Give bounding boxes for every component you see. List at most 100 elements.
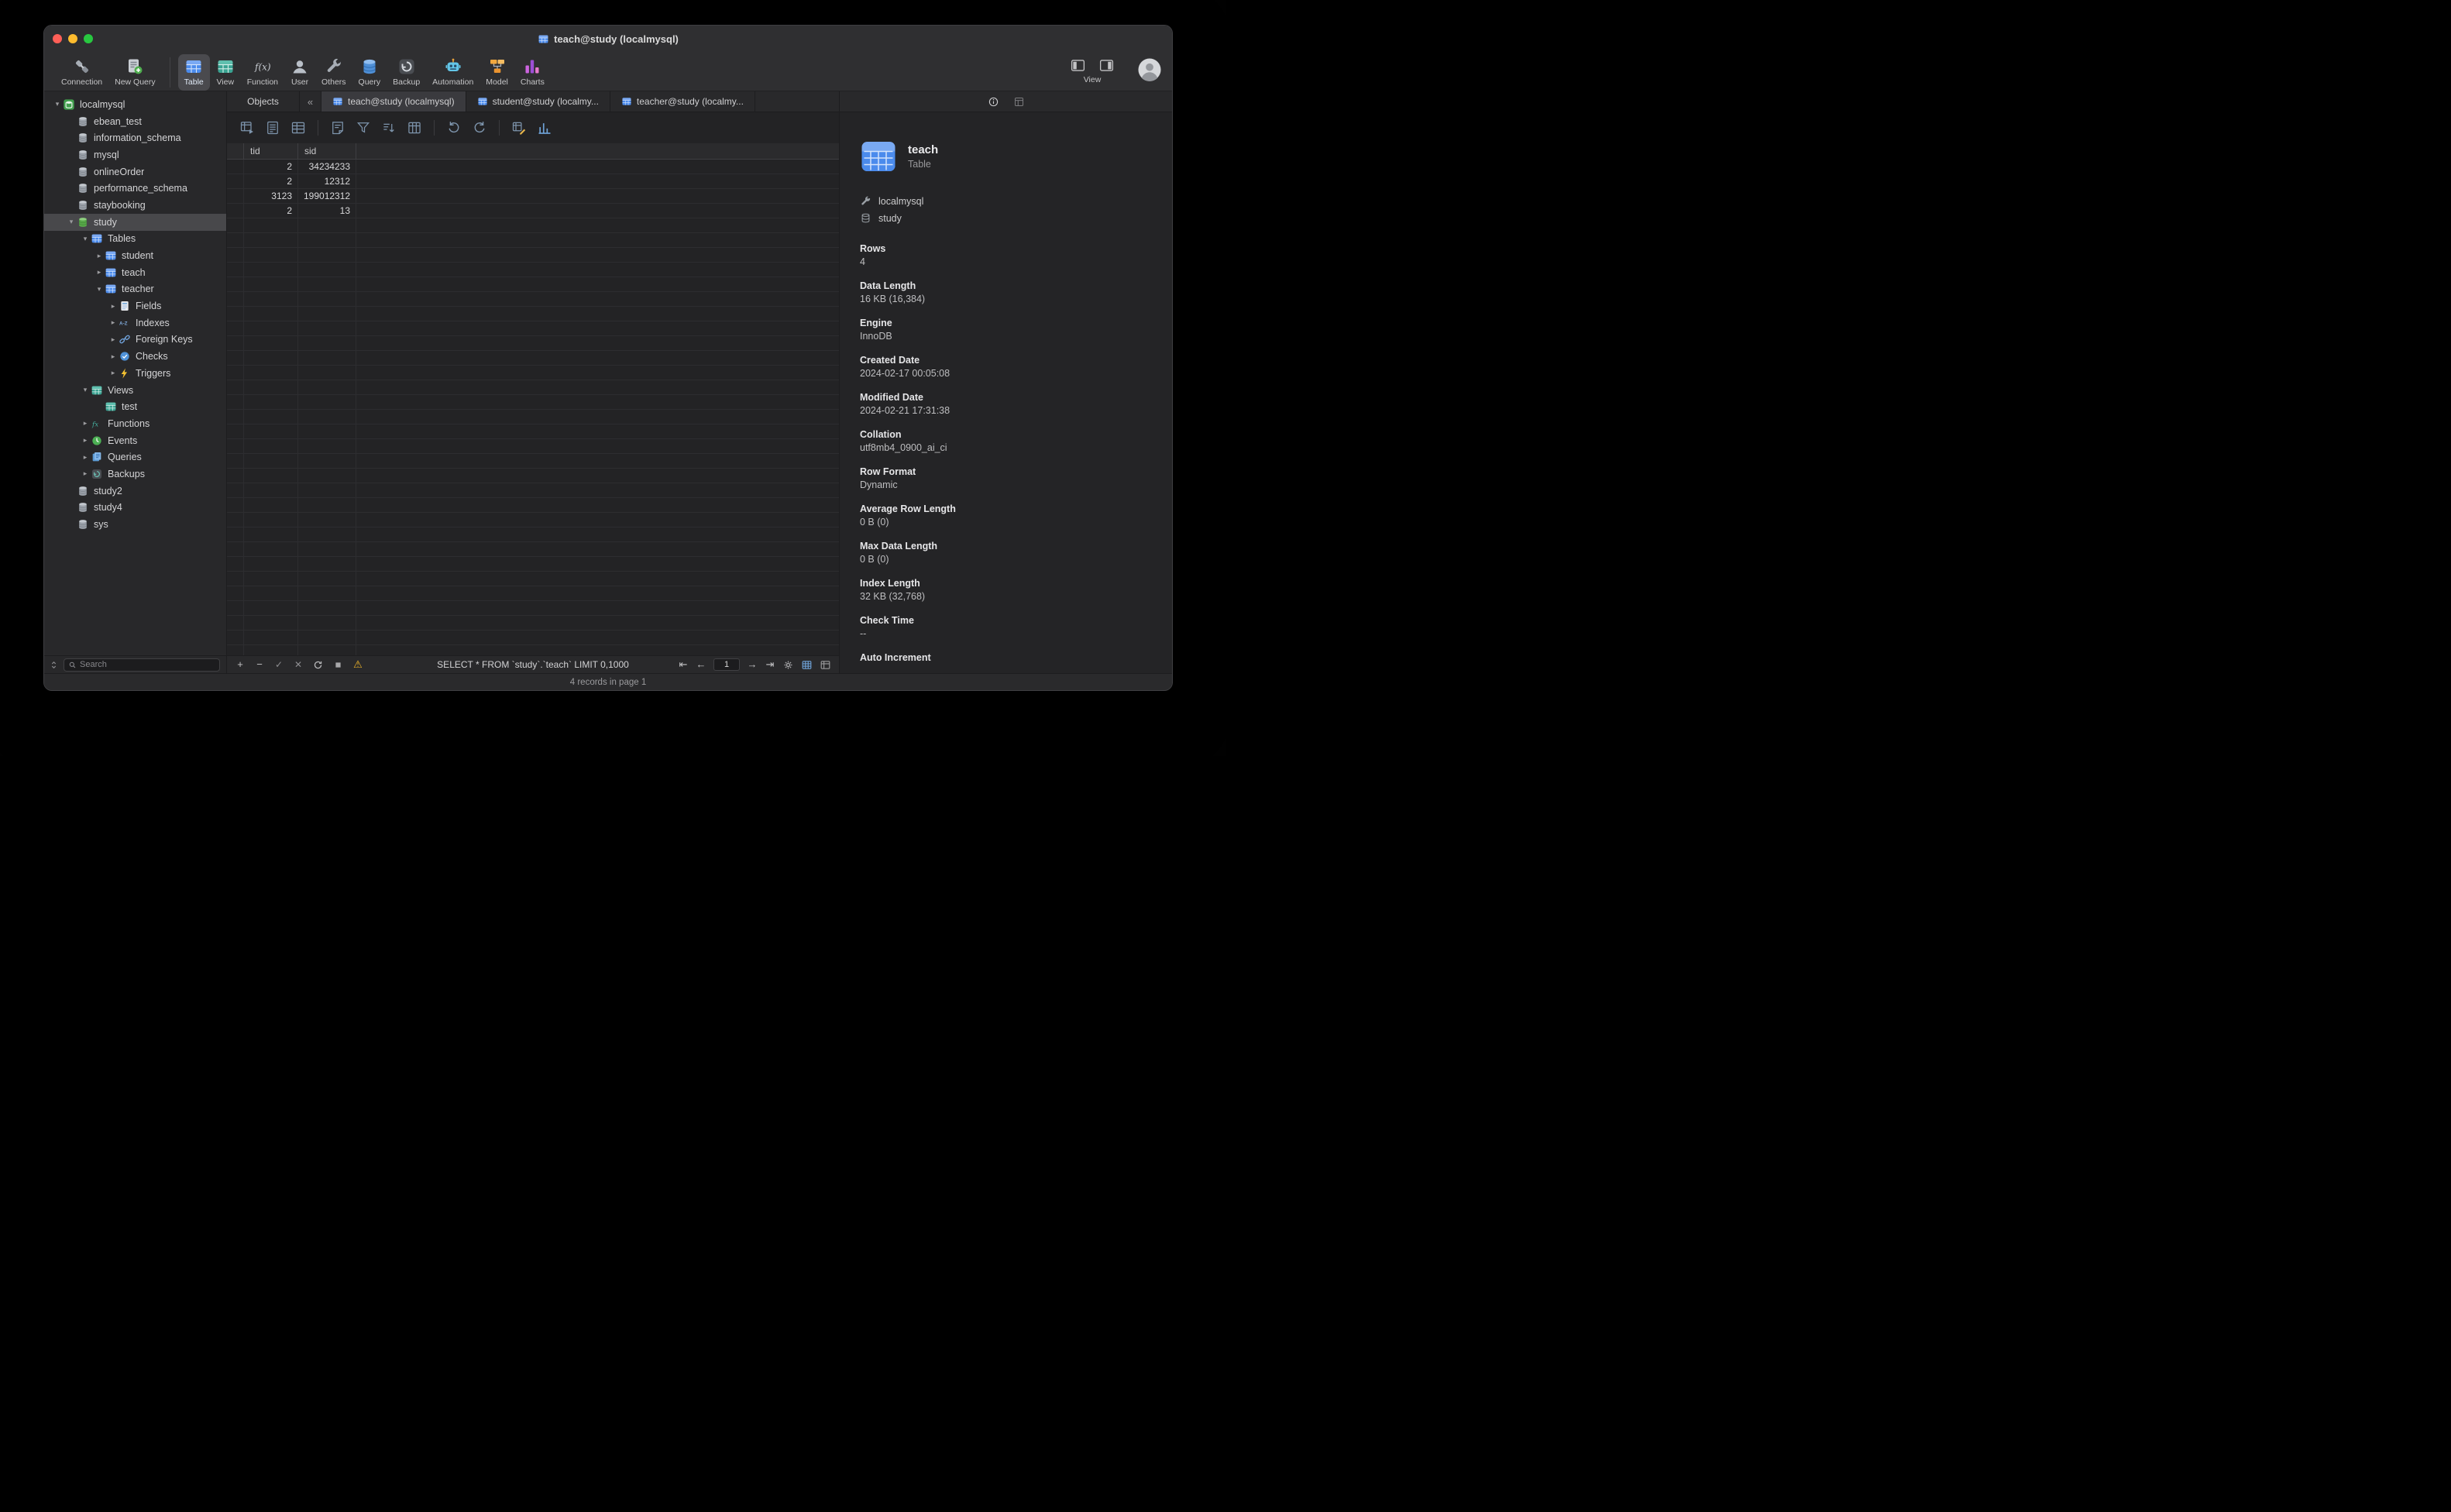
chevron-right-icon[interactable]: ▸ [94,252,105,260]
filter-icon[interactable] [356,120,371,136]
chevron-right-icon[interactable]: ▸ [80,453,91,462]
tab-teach-study-localmysql[interactable]: teach@study (localmysql) [321,91,466,112]
discard-changes-icon[interactable]: ✕ [293,658,304,671]
begin-transaction-icon[interactable] [239,120,255,136]
grid-cell[interactable]: 13 [298,204,356,218]
grid-cell[interactable]: 2 [244,204,298,218]
search-input[interactable] [80,660,215,669]
sidebar-item-events[interactable]: ▸ Events [44,432,226,449]
apply-changes-icon[interactable]: ✓ [273,658,284,671]
toolbar-others-button[interactable]: Others [315,54,352,91]
sidebar-item-test[interactable]: test [44,398,226,415]
table-row[interactable]: 2 34234233 [227,160,839,174]
toolbar-connection-button[interactable]: Connection [55,54,108,91]
columns-icon[interactable] [407,120,422,136]
toolbar-new-query-button[interactable]: New Query [108,54,162,91]
toolbar-backup-button[interactable]: Backup [387,54,426,91]
grid-cell[interactable]: 199012312 [298,189,357,203]
fullscreen-window-button[interactable] [84,34,93,43]
sidebar-item-fields[interactable]: ▸ Fields [44,297,226,314]
table-row[interactable]: 2 13 [227,204,839,218]
sidebar-item-tables[interactable]: ▾ Tables [44,231,226,248]
edit-table-icon[interactable] [511,120,527,136]
add-record-icon[interactable]: + [235,658,246,671]
grid-cell[interactable]: 12312 [298,174,356,188]
export-wizard-icon[interactable] [472,120,487,136]
sidebar-item-backups[interactable]: ▸ Backups [44,466,226,483]
toolbar-query-button[interactable]: Query [352,54,387,91]
sidebar-item-queries[interactable]: ▸ Queries [44,448,226,466]
grid-cell[interactable]: 2 [244,160,298,174]
user-avatar[interactable] [1138,58,1161,81]
toolbar-automation-button[interactable]: Automation [426,54,480,91]
table-row[interactable]: 2 12312 [227,174,839,189]
chevron-down-icon[interactable]: ▾ [52,100,63,108]
toolbar-table-button[interactable]: Table [177,54,210,91]
ddl-icon[interactable] [1013,96,1025,108]
import-wizard-icon[interactable] [446,120,462,136]
search-box[interactable] [64,658,220,672]
sidebar-item-study2[interactable]: study2 [44,483,226,500]
settings-icon[interactable] [782,658,794,671]
info-icon[interactable] [988,96,999,108]
chevron-down-icon[interactable]: ▾ [94,285,105,294]
chevron-down-icon[interactable]: ▾ [80,386,91,394]
last-page-icon[interactable]: ⇥ [765,658,775,671]
chevron-right-icon[interactable]: ▸ [108,318,119,327]
chevron-right-icon[interactable]: ▸ [108,369,119,377]
sidebar-item-teacher[interactable]: ▾ teacher [44,281,226,298]
minimize-window-button[interactable] [68,34,77,43]
toolbar-view-button[interactable]: View [210,54,241,91]
tab-student-study-localmy[interactable]: student@study (localmy... [466,91,610,112]
chevron-down-icon[interactable]: ▾ [66,218,77,226]
sidebar-item-triggers[interactable]: ▸ Triggers [44,365,226,382]
sidebar-item-views[interactable]: ▾ Views [44,382,226,399]
warning-icon[interactable]: ⚠ [352,658,363,671]
sidebar-item-mysql[interactable]: mysql [44,146,226,163]
grid-cell[interactable]: 34234233 [298,160,356,174]
sidebar-item-checks[interactable]: ▸ Checks [44,348,226,365]
column-header-tid[interactable]: tid [244,143,298,159]
sidebar-item-information-schema[interactable]: information_schema [44,129,226,146]
sidebar-item-onlineorder[interactable]: onlineOrder [44,163,226,180]
prev-page-icon[interactable]: ← [696,658,706,671]
next-page-icon[interactable]: → [747,658,758,671]
toolbar-user-button[interactable]: User [284,54,315,91]
toggle-right-pane-icon[interactable] [1098,57,1115,74]
delete-record-icon[interactable]: − [254,658,265,671]
sidebar-item-indexes[interactable]: ▸ A-Z Indexes [44,314,226,332]
toolbar-model-button[interactable]: Model [480,54,514,91]
chevron-down-icon[interactable]: ▾ [80,235,91,243]
chart-icon[interactable] [537,120,552,136]
grid-cell[interactable]: 2 [244,174,298,188]
sidebar-item-student[interactable]: ▸ student [44,247,226,264]
toolbar-function-button[interactable]: f(x) Function [241,54,284,91]
form-view-toggle-icon[interactable] [820,658,831,671]
sidebar-item-foreign-keys[interactable]: ▸ Foreign Keys [44,332,226,349]
sidebar-item-staybooking[interactable]: staybooking [44,197,226,214]
sidebar-item-study[interactable]: ▾ study [44,213,226,231]
sidebar-item-study4[interactable]: study4 [44,500,226,517]
chevron-right-icon[interactable]: ▸ [94,268,105,277]
table-row[interactable]: 3123 199012312 [227,189,839,204]
close-window-button[interactable] [53,34,62,43]
memo-icon[interactable] [330,120,345,136]
tab-teacher-study-localmy[interactable]: teacher@study (localmy... [610,91,755,112]
sidebar-item-teach[interactable]: ▸ teach [44,264,226,281]
collapse-tabs-button[interactable]: « [300,91,321,112]
sidebar-item-functions[interactable]: ▸ fx Functions [44,415,226,432]
tab-objects[interactable]: Objects [227,91,300,112]
column-header-sid[interactable]: sid [298,143,356,159]
text-view-icon[interactable] [265,120,280,136]
sidebar-item-performance-schema[interactable]: performance_schema [44,180,226,197]
grid-view-toggle-icon[interactable] [801,658,813,671]
sidebar-item-ebean-test[interactable]: ebean_test [44,113,226,130]
chevron-right-icon[interactable]: ▸ [80,469,91,478]
grid-cell[interactable]: 3123 [244,189,298,203]
first-page-icon[interactable]: ⇤ [678,658,689,671]
chevron-right-icon[interactable]: ▸ [108,302,119,311]
toggle-left-pane-icon[interactable] [1070,57,1086,74]
toolbar-charts-button[interactable]: Charts [514,54,551,91]
expand-collapse-icon[interactable] [48,659,60,671]
sidebar-item-sys[interactable]: sys [44,516,226,533]
